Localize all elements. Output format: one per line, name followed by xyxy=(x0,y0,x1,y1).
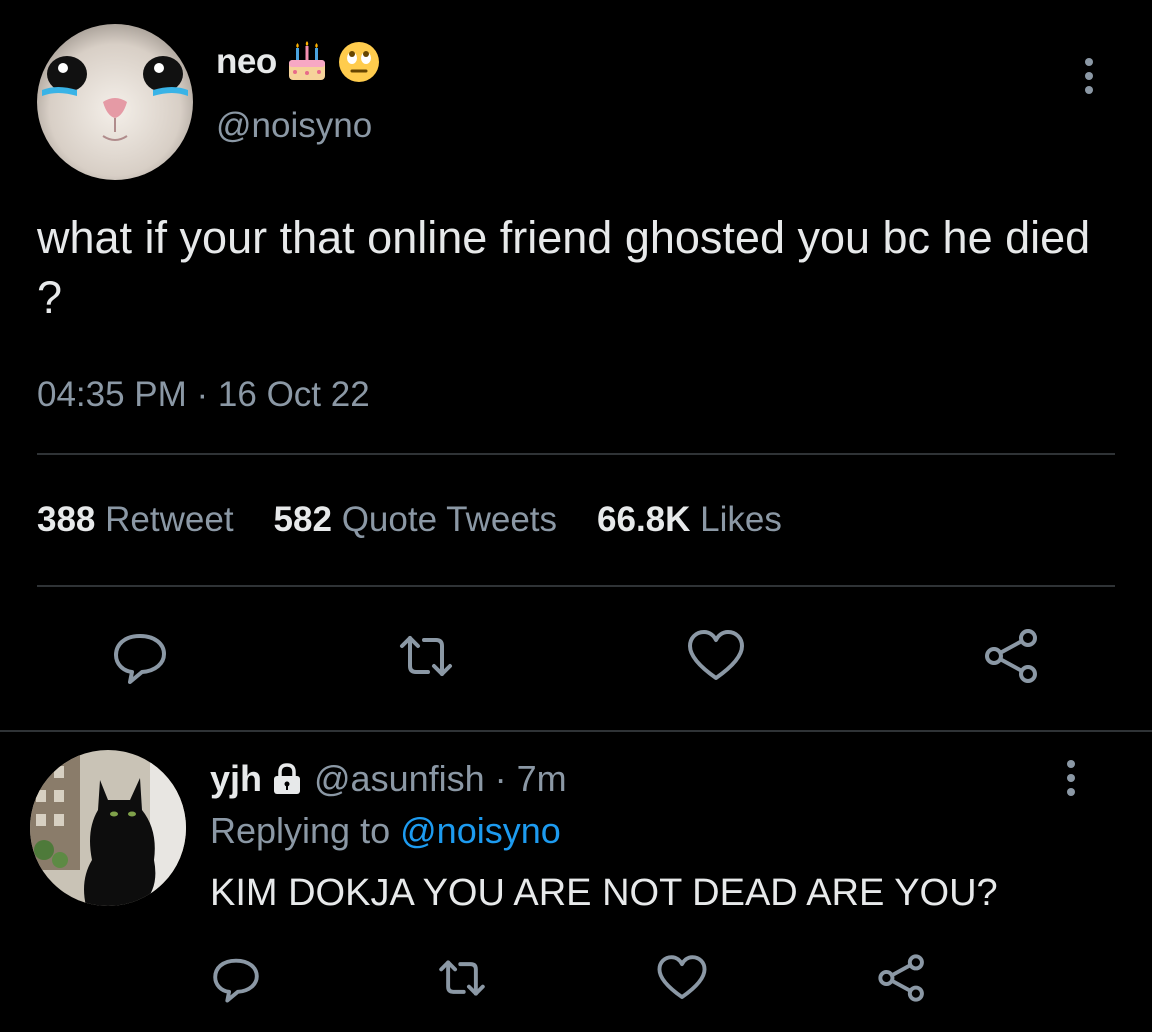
replying-to-prefix: Replying to xyxy=(210,810,391,851)
lock-icon xyxy=(270,762,304,796)
author-name-row: neo xyxy=(216,40,381,84)
reply-header: yjh @asunfish · 7m xyxy=(210,758,567,800)
like-icon[interactable] xyxy=(656,952,708,1004)
divider xyxy=(37,453,1115,455)
black-cat-avatar[interactable] xyxy=(30,750,186,906)
replying-to-mention[interactable]: @noisyno xyxy=(400,810,561,851)
replying-to-line: Replying to @noisyno xyxy=(210,810,561,852)
reply-icon[interactable] xyxy=(210,952,262,1004)
retweet-count: 388 xyxy=(37,500,96,539)
quote-stat[interactable]: 582 Quote Tweets xyxy=(274,500,557,540)
birthday-cake-emoji xyxy=(285,40,329,84)
reply-author-name[interactable]: yjh xyxy=(210,758,262,800)
share-icon[interactable] xyxy=(982,626,1042,686)
author-handle[interactable]: @noisyno xyxy=(216,106,372,146)
quote-label: Quote Tweets xyxy=(341,500,558,539)
divider xyxy=(37,585,1115,587)
author-display-name[interactable]: neo xyxy=(216,42,277,82)
reply-text: KIM DOKJA YOU ARE NOT DEAD ARE YOU? xyxy=(210,872,998,914)
crying-cat-avatar[interactable] xyxy=(37,24,193,180)
reply-icon[interactable] xyxy=(110,626,170,686)
likes-count: 66.8K xyxy=(597,500,691,539)
main-tweet: neo @noisyno what if your that online fr… xyxy=(0,0,1152,730)
likes-label: Likes xyxy=(700,500,782,539)
eye-roll-emoji xyxy=(337,40,381,84)
tweet-stats: 388 Retweet 582 Quote Tweets 66.8K Likes xyxy=(37,500,822,540)
retweet-icon[interactable] xyxy=(396,626,456,686)
tweet-text: what if your that online friend ghosted … xyxy=(37,212,1091,323)
tweet-timestamp[interactable]: 04:35 PM · 16 Oct 22 xyxy=(37,375,370,415)
quote-count: 582 xyxy=(273,500,332,539)
share-icon[interactable] xyxy=(876,952,928,1004)
retweet-stat[interactable]: 388 Retweet xyxy=(37,500,234,540)
likes-stat[interactable]: 66.8K Likes xyxy=(597,500,782,540)
more-options-icon[interactable] xyxy=(1056,758,1086,798)
retweet-icon[interactable] xyxy=(436,952,488,1004)
reply-handle-time[interactable]: @asunfish · 7m xyxy=(314,758,567,800)
like-icon[interactable] xyxy=(686,626,746,686)
more-options-icon[interactable] xyxy=(1074,56,1104,96)
section-divider xyxy=(0,730,1152,732)
tweet-thread: neo @noisyno what if your that online fr… xyxy=(0,0,1152,1032)
retweet-label: Retweet xyxy=(105,500,234,539)
